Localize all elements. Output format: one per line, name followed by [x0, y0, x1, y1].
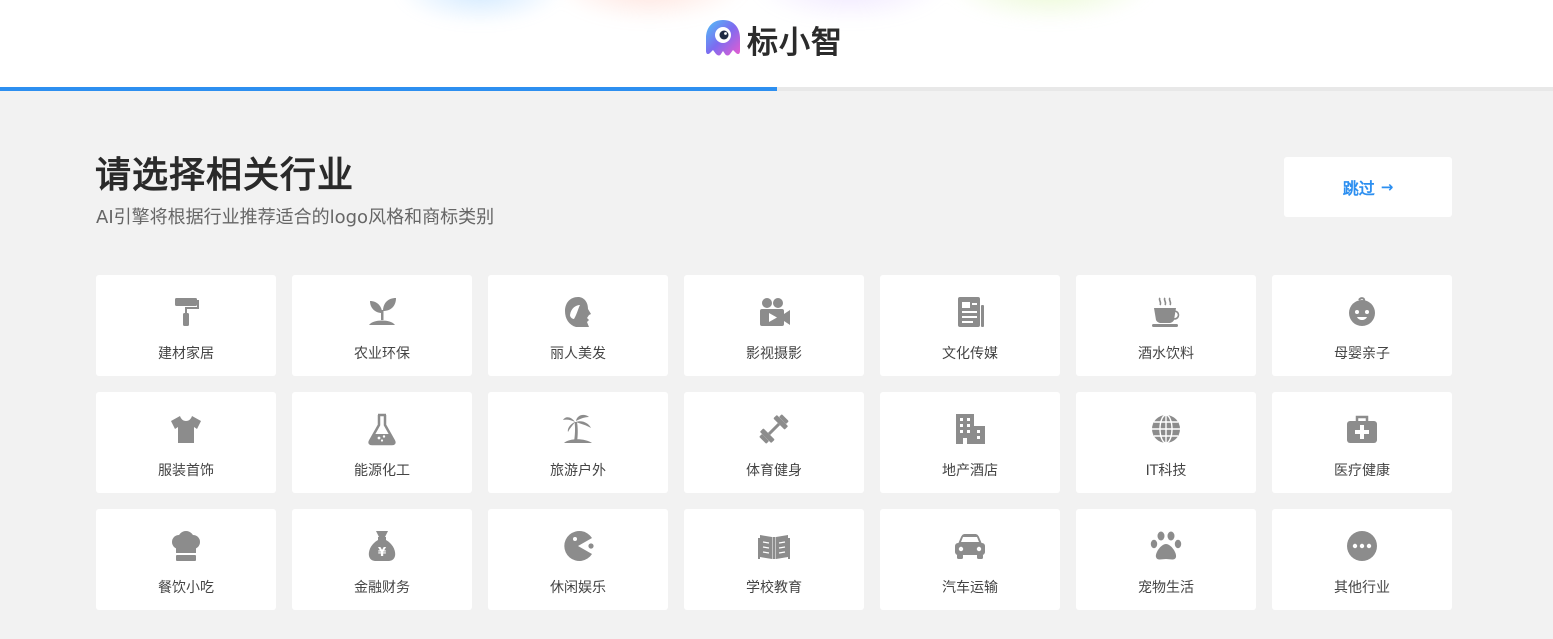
industry-card[interactable]: 文化传媒 — [880, 275, 1060, 376]
t-shirt-icon — [169, 412, 203, 446]
skip-button[interactable]: 跳过 → — [1284, 157, 1452, 217]
industry-label: 服装首饰 — [158, 463, 214, 479]
industry-label: 旅游户外 — [550, 463, 606, 479]
palm-island-icon — [561, 412, 595, 446]
progress-fill — [0, 87, 777, 91]
industry-label: 酒水饮料 — [1138, 346, 1194, 362]
video-camera-icon — [757, 295, 791, 329]
industry-label: 宠物生活 — [1138, 580, 1194, 596]
chef-hat-icon — [169, 529, 203, 563]
industry-label: 其他行业 — [1334, 580, 1390, 596]
industry-card[interactable]: 地产酒店 — [880, 392, 1060, 493]
industry-label: 休闲娱乐 — [550, 580, 606, 596]
industry-card[interactable]: 建材家居 — [96, 275, 276, 376]
industry-label: 文化传媒 — [942, 346, 998, 362]
industry-card[interactable]: 服装首饰 — [96, 392, 276, 493]
industry-label: 丽人美发 — [550, 346, 606, 362]
industry-card[interactable]: 体育健身 — [684, 392, 864, 493]
industry-label: 能源化工 — [354, 463, 410, 479]
industry-card[interactable]: IT科技 — [1076, 392, 1256, 493]
industry-card[interactable]: 能源化工 — [292, 392, 472, 493]
industry-card[interactable]: 酒水饮料 — [1076, 275, 1256, 376]
industry-card[interactable]: 旅游户外 — [488, 392, 668, 493]
pacman-icon — [561, 529, 595, 563]
brand-name: 标小智 — [747, 24, 843, 61]
svg-text:¥: ¥ — [378, 545, 387, 559]
industry-card[interactable]: 丽人美发 — [488, 275, 668, 376]
industry-label: 医疗健康 — [1334, 463, 1390, 479]
woman-profile-icon — [561, 295, 595, 329]
industry-label: IT科技 — [1145, 463, 1187, 479]
industry-label: 农业环保 — [354, 346, 410, 362]
open-book-icon — [757, 529, 791, 563]
industry-card[interactable]: ¥ 金融财务 — [292, 509, 472, 610]
medical-kit-icon — [1345, 412, 1379, 446]
paw-icon — [1149, 529, 1183, 563]
industry-card[interactable]: 其他行业 — [1272, 509, 1452, 610]
newspaper-icon — [953, 295, 987, 329]
baby-face-icon — [1345, 295, 1379, 329]
arrow-right-icon: → — [1380, 178, 1394, 196]
dumbbell-icon — [757, 412, 791, 446]
header: 标小智 — [0, 0, 1553, 87]
industry-card[interactable]: 汽车运输 — [880, 509, 1060, 610]
industry-card[interactable]: 农业环保 — [292, 275, 472, 376]
industry-card[interactable]: 影视摄影 — [684, 275, 864, 376]
industry-card[interactable]: 母婴亲子 — [1272, 275, 1452, 376]
brand-logo[interactable]: 标小智 — [703, 18, 843, 61]
industry-label: 母婴亲子 — [1334, 346, 1390, 362]
seedling-icon — [365, 295, 399, 329]
building-icon — [953, 412, 987, 446]
industry-label: 地产酒店 — [942, 463, 998, 479]
money-bag-icon: ¥ — [365, 529, 399, 563]
industry-card[interactable]: 医疗健康 — [1272, 392, 1452, 493]
industry-label: 金融财务 — [354, 580, 410, 596]
industry-label: 汽车运输 — [942, 580, 998, 596]
more-dots-icon — [1345, 529, 1379, 563]
mascot-icon — [706, 20, 740, 56]
industry-label: 学校教育 — [746, 580, 802, 596]
progress-bar — [0, 87, 1553, 91]
car-icon — [953, 529, 987, 563]
hot-cup-icon — [1149, 295, 1183, 329]
industry-card[interactable]: 休闲娱乐 — [488, 509, 668, 610]
industry-card[interactable]: 宠物生活 — [1076, 509, 1256, 610]
page-title: 请选择相关行业 — [95, 155, 355, 196]
industry-label: 建材家居 — [158, 346, 214, 362]
industry-card[interactable]: 学校教育 — [684, 509, 864, 610]
page-subtitle: AI引擎将根据行业推荐适合的logo风格和商标类别 — [96, 207, 495, 228]
industry-label: 体育健身 — [746, 463, 802, 479]
globe-icon — [1149, 412, 1183, 446]
skip-label: 跳过 — [1342, 179, 1375, 198]
industry-card[interactable]: 餐饮小吃 — [96, 509, 276, 610]
industry-label: 影视摄影 — [746, 346, 802, 362]
industry-label: 餐饮小吃 — [158, 580, 214, 596]
paint-roller-icon — [169, 295, 203, 329]
industry-grid: 建材家居 农业环保 丽人美发 影视摄影 文化传媒 酒水饮料 母婴亲子服装首饰 能源化工 旅游户外… — [96, 275, 1452, 610]
flask-icon — [365, 412, 399, 446]
